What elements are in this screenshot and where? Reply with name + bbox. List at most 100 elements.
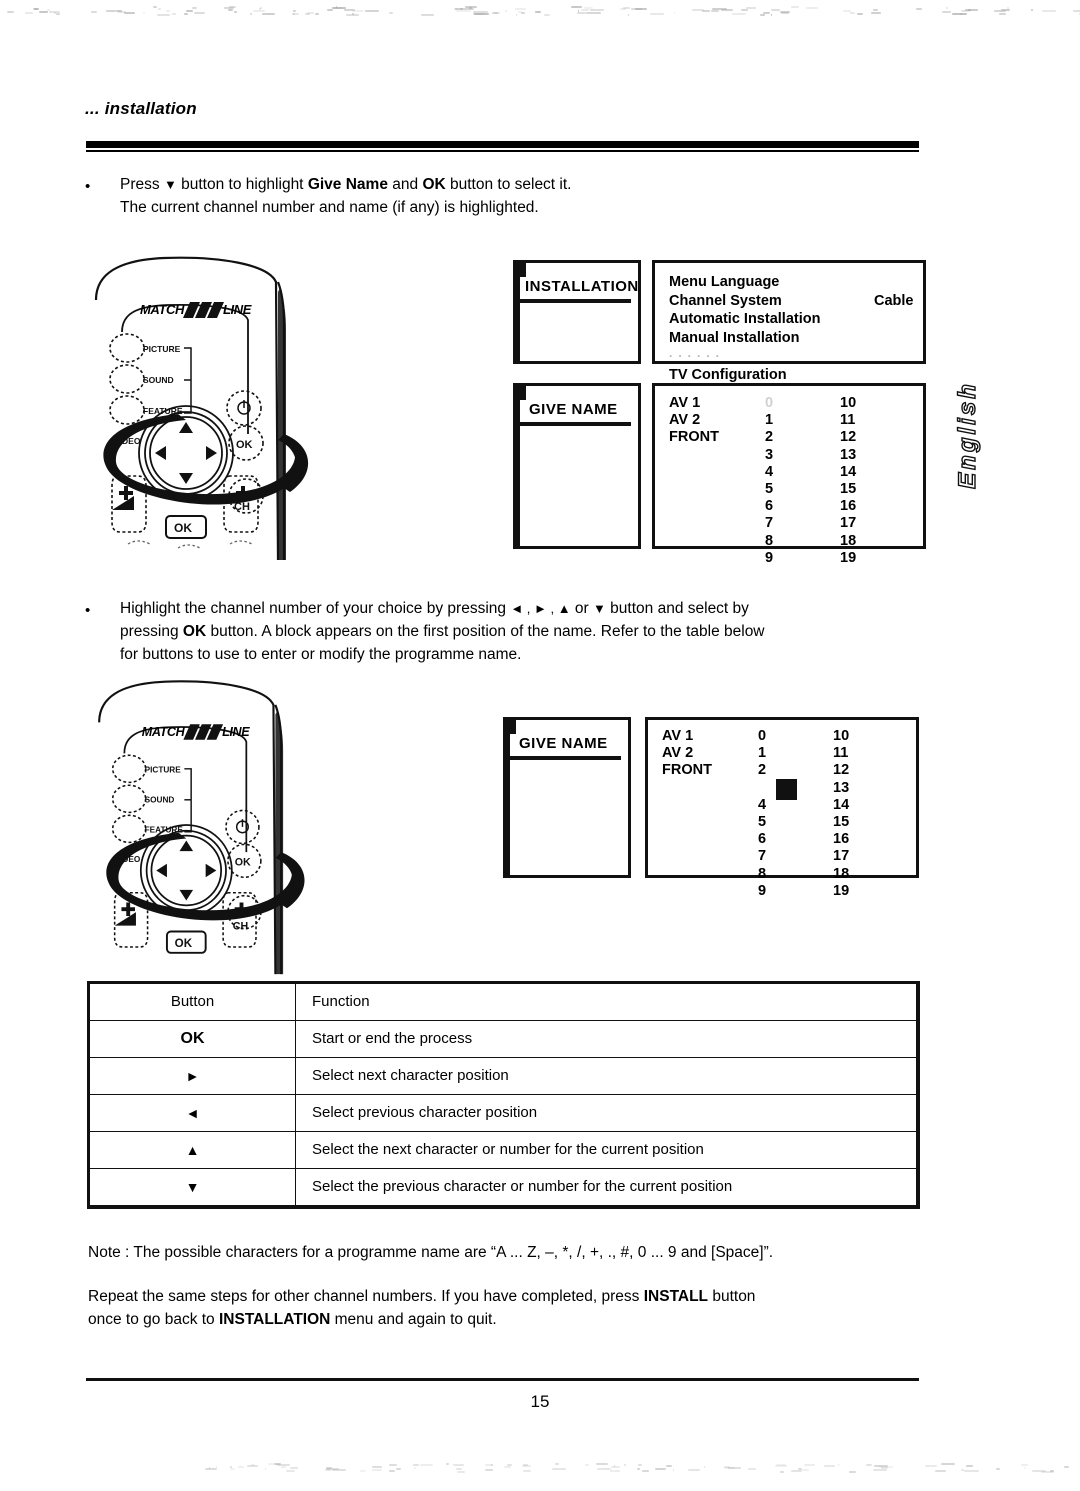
channel-number[interactable]: 17	[833, 848, 849, 865]
channel-number[interactable]: 2	[765, 429, 773, 446]
channel-number[interactable]: 2	[758, 762, 766, 779]
channel-number[interactable]: 7	[758, 848, 766, 865]
menu-item[interactable]: Channel System Cable	[669, 292, 919, 311]
text-run: button. A block appears on the first pos…	[206, 623, 765, 640]
footer-rule	[86, 1378, 919, 1381]
installation-title-underline	[513, 299, 631, 303]
table-row: ▲ Select the next character or number for…	[87, 1131, 920, 1169]
channel-number[interactable]: 4	[765, 464, 773, 481]
channel-number[interactable]: 8	[765, 533, 773, 550]
installation-title-box	[513, 260, 641, 364]
source-entry[interactable]: AV 1	[662, 728, 712, 745]
repeat-instruction: Repeat the same steps for other channel …	[88, 1285, 938, 1331]
emphasis-text: OK	[182, 623, 207, 640]
screen-title-givename-1: GIVE NAME	[529, 401, 618, 418]
menu-item[interactable]: TV Configuration	[669, 366, 919, 385]
installation-menu-box: Menu Language Channel System Cable Automati…	[652, 260, 926, 383]
channel-number[interactable]: 6	[758, 831, 766, 848]
text-run: or	[570, 600, 593, 617]
channel-number[interactable]: 7	[765, 515, 773, 532]
source-entry[interactable]: FRONT	[662, 762, 712, 779]
step-2-paragraph: • Highlight the channel number of your ch…	[85, 597, 935, 666]
channel-number[interactable]: 1	[765, 412, 773, 429]
channel-number[interactable]: 3	[765, 447, 773, 464]
channel-number[interactable]	[758, 780, 766, 797]
table-row: ► Select next character position	[87, 1057, 920, 1095]
step-1-paragraph: • Press ▼ button to highlight Give Name a…	[85, 173, 935, 219]
givename-1-sources: AV 1 AV 2 FRONT	[669, 395, 719, 447]
svg-text:PICTURE: PICTURE	[145, 766, 182, 775]
menu-item[interactable]: Manual Installation	[669, 329, 919, 348]
channel-number[interactable]: 15	[840, 481, 856, 498]
function-cell: Select next character position	[295, 1057, 920, 1095]
installation-menu-items: Menu Language Channel System Cable Automati…	[669, 273, 919, 384]
channel-number[interactable]: 9	[758, 883, 766, 900]
source-entry[interactable]: AV 1	[669, 395, 719, 412]
function-cell: Start or end the process	[295, 1020, 920, 1058]
channel-number[interactable]: 8	[758, 866, 766, 883]
emphasis-text: INSTALL	[643, 1288, 709, 1305]
channel-number[interactable]: 0	[765, 395, 773, 412]
arrow-glyph: ▼	[163, 177, 177, 192]
givename-2-sources: AV 1 AV 2 FRONT	[662, 728, 712, 780]
channel-number[interactable]: 14	[833, 797, 849, 814]
characters-note: Note : The possible characters for a pro…	[88, 1244, 774, 1261]
givename-1-list-box: AV 1 AV 2 FRONT 0123456789 10 11 12 13 14 15 16 1…	[652, 383, 926, 566]
channel-number[interactable]: 12	[833, 762, 849, 779]
channel-number[interactable]: 19	[833, 883, 849, 900]
channel-number[interactable]: 10	[840, 395, 856, 412]
channel-number[interactable]: 16	[840, 498, 856, 515]
menu-item-label: Manual Installation	[669, 329, 800, 346]
channel-number[interactable]: 18	[833, 866, 849, 883]
channel-number[interactable]: 15	[833, 814, 849, 831]
channel-number[interactable]: 9	[765, 550, 773, 567]
table-row: OK Start or end the process	[87, 1020, 920, 1058]
channel-number[interactable]: 19	[840, 550, 856, 567]
tv-screens-group-1: INSTALLATION Menu Language Channel System…	[505, 255, 926, 566]
function-cell: Select previous character position	[295, 1094, 920, 1132]
svg-text:SOUND: SOUND	[143, 375, 174, 385]
source-entry[interactable]: AV 2	[662, 745, 712, 762]
paragraph-line: Press ▼ button to highlight Give Name an…	[120, 173, 935, 196]
channel-number[interactable]: 1	[758, 745, 766, 762]
channel-number[interactable]: 16	[833, 831, 849, 848]
remote-control-illustration-1: MATCH LINE PICTURE SOUND FEATURE VIDEO O…	[78, 248, 313, 563]
channel-number[interactable]: 11	[833, 745, 849, 762]
channel-number[interactable]: 4	[758, 797, 766, 814]
text-run: button to select it.	[445, 176, 572, 193]
text-run: Press	[120, 176, 164, 193]
table-row: ◄ Select previous character position	[87, 1094, 920, 1132]
givename-1-title-underline	[513, 422, 631, 426]
channel-number[interactable]: 6	[765, 498, 773, 515]
header-rule	[86, 141, 919, 152]
channel-number[interactable]: 11	[840, 412, 856, 429]
text-run: menu and again to quit.	[330, 1311, 497, 1328]
channel-number[interactable]: 12	[840, 429, 856, 446]
emphasis-text: INSTALLATION	[218, 1311, 331, 1328]
channel-number[interactable]: 13	[840, 447, 856, 464]
paragraph-line: The current channel number and name (if …	[120, 196, 935, 219]
channel-number[interactable]: 0	[758, 728, 766, 745]
table-header-cell: Function	[295, 981, 920, 1021]
channel-number[interactable]: 5	[765, 481, 773, 498]
channel-number[interactable]: 14	[840, 464, 856, 481]
channel-number[interactable]: 10	[833, 728, 849, 745]
source-entry[interactable]: AV 2	[669, 412, 719, 429]
menu-item-illegible: · · · · · ·	[669, 349, 721, 363]
source-entry[interactable]: FRONT	[669, 429, 719, 446]
language-tab-label: English	[953, 380, 982, 489]
text-run: pressing	[120, 623, 183, 640]
channel-number[interactable]: 18	[840, 533, 856, 550]
button-cell: ▲	[87, 1131, 296, 1169]
channel-number[interactable]: 13	[833, 780, 849, 797]
channel-number[interactable]: 5	[758, 814, 766, 831]
function-cell: Select the next character or number for …	[295, 1131, 920, 1169]
menu-item-label: Automatic Installation	[669, 311, 821, 327]
menu-item[interactable]: Automatic Installation	[669, 310, 919, 329]
name-entry-block-cursor	[776, 778, 797, 800]
installation-title-tab	[517, 263, 526, 277]
svg-text:MATCH: MATCH	[140, 302, 185, 317]
menu-item[interactable]: Menu Language	[669, 273, 919, 292]
channel-number[interactable]: 17	[840, 515, 856, 532]
arrow-glyph: ▼	[593, 601, 606, 616]
